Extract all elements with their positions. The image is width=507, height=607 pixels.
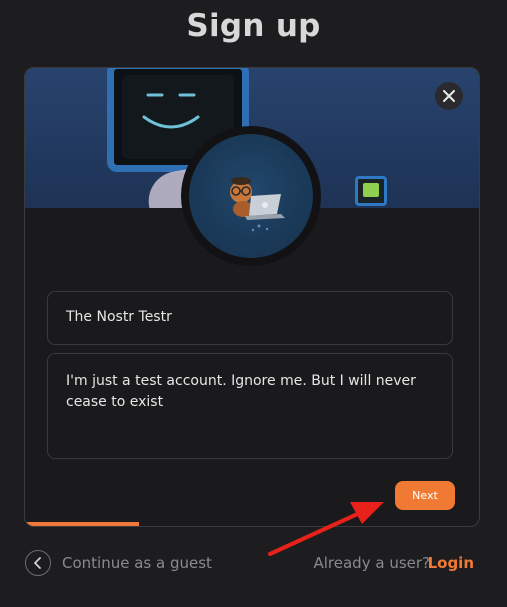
avatar[interactable]: [189, 134, 313, 258]
signup-card: The Nostr Testr I'm just a test account.…: [24, 67, 480, 527]
close-button[interactable]: [435, 82, 463, 110]
back-button[interactable]: [25, 550, 51, 576]
chevron-left-icon: [34, 557, 41, 569]
login-link[interactable]: Login: [428, 554, 474, 572]
avatar-frame: [181, 126, 321, 266]
next-button[interactable]: Next: [395, 481, 455, 510]
progress-bar: [25, 522, 479, 526]
close-icon: [443, 90, 455, 102]
signup-footer: Continue as a guest Already a user? Logi…: [24, 548, 476, 580]
already-a-user-text: Already a user?: [313, 554, 431, 572]
page-title: Sign up: [186, 8, 321, 44]
progress-fill: [25, 522, 139, 526]
continue-as-guest-link[interactable]: Continue as a guest: [62, 554, 212, 572]
display-name-field[interactable]: The Nostr Testr: [47, 291, 453, 345]
about-field[interactable]: I'm just a test account. Ignore me. But …: [47, 353, 453, 459]
banner-small-robot: [355, 176, 387, 206]
signup-page: Sign up The Nostr Testr I'm just a test …: [0, 0, 507, 607]
